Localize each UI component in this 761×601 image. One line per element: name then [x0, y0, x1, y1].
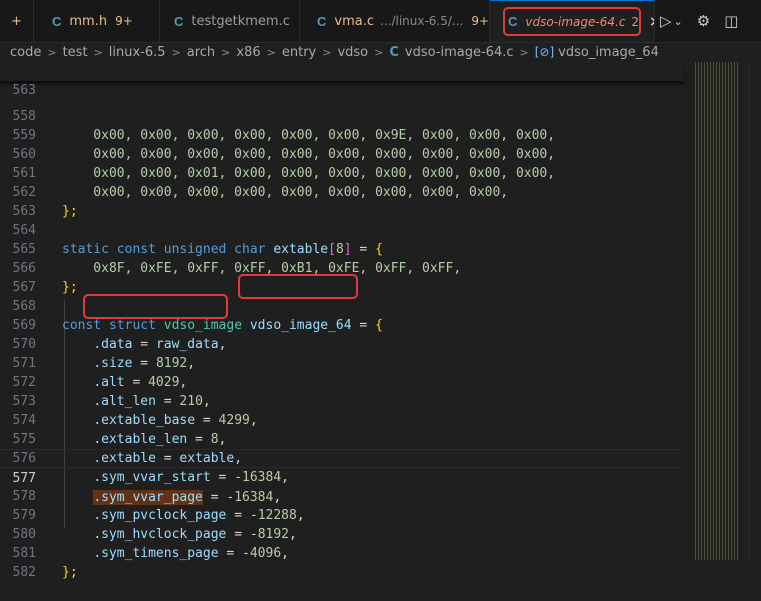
code-line-578[interactable]: 578 .sym_pvclock_page = -12288,	[0, 468, 684, 523]
chevron-right-icon: >	[266, 45, 276, 59]
breadcrumb: code > test > linux-6.5 > arch > x86 > entry >…	[0, 42, 761, 62]
tab-overflow-fragment[interactable]: +	[0, 0, 34, 42]
code-line-579[interactable]: 579 .sym_hvclock_page = -8192,	[0, 487, 684, 542]
c-file-icon: C	[508, 14, 518, 29]
breadcrumb-item[interactable]: test	[63, 45, 88, 60]
code-line-558[interactable]: 558 0x00, 0x00, 0x00, 0x00, 0x00, 0x00, …	[0, 88, 684, 143]
tab-label: vdso-image-64.c	[525, 14, 626, 29]
code-line-564[interactable]: 564 static const unsigned char extable[8…	[0, 202, 684, 257]
c-file-icon: C	[317, 13, 327, 29]
tab-testgetkmem-c[interactable]: C testgetkmem.c	[160, 0, 300, 42]
code-line-576[interactable]: 576 .sym_vvar_start = -16384,	[0, 430, 684, 485]
code-line-580[interactable]: 580 .sym_timens_page = -4096,	[0, 506, 684, 561]
sticky-scroll-line[interactable]: 563	[0, 62, 684, 98]
code-editor[interactable]: 563 558 0x00, 0x00, 0x00, 0x00, 0x00, 0x…	[0, 62, 761, 580]
c-file-icon: C	[174, 13, 184, 29]
code-line-574[interactable]: 574 .extable_len = 8,	[0, 392, 684, 447]
tab-bar: + C mm.h 9+ C testgetkmem.c C vma.c .../…	[0, 0, 761, 43]
problem-count-badge: 9+	[471, 14, 490, 28]
split-editor-icon[interactable]: ◫	[724, 12, 738, 30]
vertical-scrollbar[interactable]	[748, 62, 761, 560]
c-file-icon: C	[389, 44, 399, 60]
tab-vma-c[interactable]: C vma.c .../linux-6.5/... 9+	[300, 0, 490, 42]
tab-path: .../linux-6.5/...	[380, 14, 464, 28]
tab-fragment-badge: +	[11, 13, 22, 29]
c-file-icon: C	[52, 13, 62, 29]
variable-symbol-icon: [⊘]	[534, 45, 555, 59]
breadcrumb-file[interactable]: vdso-image-64.c	[405, 45, 514, 60]
breadcrumb-item[interactable]: linux-6.5	[109, 45, 166, 60]
code-line-573[interactable]: 573 .extable_base = 4299,	[0, 373, 684, 428]
code-line-582[interactable]: 582	[0, 544, 684, 580]
code-line-563[interactable]: 563	[0, 183, 684, 219]
code-line-562[interactable]: 562 };	[0, 164, 684, 219]
problem-count-badge: 2	[631, 14, 640, 29]
tab-label: vma.c	[334, 13, 374, 29]
chevron-right-icon: >	[221, 45, 231, 59]
close-icon[interactable]: ×	[649, 14, 654, 30]
tab-vdso-image-64-c[interactable]: C vdso-image-64.c 2 ×	[490, 0, 655, 42]
code-line-577-current[interactable]: 577 .sym_vvar_page = -16384,	[0, 449, 684, 505]
breadcrumb-item[interactable]: arch	[187, 45, 215, 60]
chevron-right-icon: >	[519, 45, 529, 59]
gear-icon[interactable]: ⚙	[697, 12, 710, 30]
code-line-571[interactable]: 571 .alt = 4029,	[0, 335, 684, 390]
code-line-572[interactable]: 572 .alt_len = 210,	[0, 354, 684, 409]
chevron-down-icon[interactable]: ⌄	[674, 15, 683, 28]
code-line-569[interactable]: 569 .data = raw_data,	[0, 297, 684, 352]
chevron-right-icon: >	[171, 45, 181, 59]
chevron-right-icon: >	[93, 45, 103, 59]
code-line-581[interactable]: 581 };	[0, 525, 684, 580]
code-text: };	[62, 565, 78, 580]
tab-label: testgetkmem.c	[191, 13, 290, 29]
tab-mm-h[interactable]: C mm.h 9+	[34, 0, 160, 42]
code-line-560[interactable]: 560 0x00, 0x00, 0x01, 0x00, 0x00, 0x00, …	[0, 126, 684, 181]
code-line-566[interactable]: 566 };	[0, 240, 684, 295]
code-line-575[interactable]: 575 .extable = extable,	[0, 411, 684, 466]
code-line-570[interactable]: 570 .size = 8192,	[0, 316, 684, 371]
code-line-561[interactable]: 561 0x00, 0x00, 0x00, 0x00, 0x00, 0x00, …	[0, 145, 684, 200]
breadcrumb-item[interactable]: entry	[282, 45, 316, 60]
editor-actions: ▷ ⌄ ⚙ ◫	[660, 0, 738, 42]
breadcrumb-item[interactable]: x86	[236, 45, 260, 60]
breadcrumb-item[interactable]: code	[10, 45, 41, 60]
code-line-567[interactable]: 567	[0, 259, 684, 295]
tab-label: mm.h	[69, 13, 108, 29]
code-line-568[interactable]: 568 const struct vdso_image vdso_image_6…	[0, 278, 684, 333]
chevron-right-icon: >	[47, 45, 57, 59]
minimap[interactable]	[695, 62, 739, 560]
chevron-right-icon: >	[374, 45, 384, 59]
breadcrumb-item[interactable]: vdso	[337, 45, 368, 60]
problem-count-badge: 9+	[115, 14, 133, 28]
chevron-right-icon: >	[322, 45, 332, 59]
code-line-565[interactable]: 565 0x8F, 0xFE, 0xFF, 0xFF, 0xB1, 0xFE, …	[0, 221, 684, 276]
line-number: 582	[12, 565, 36, 580]
code-line-559[interactable]: 559 0x00, 0x00, 0x00, 0x00, 0x00, 0x00, …	[0, 107, 684, 162]
breadcrumb-symbol[interactable]: vdso_image_64	[558, 45, 659, 60]
run-icon[interactable]: ▷	[660, 12, 672, 30]
